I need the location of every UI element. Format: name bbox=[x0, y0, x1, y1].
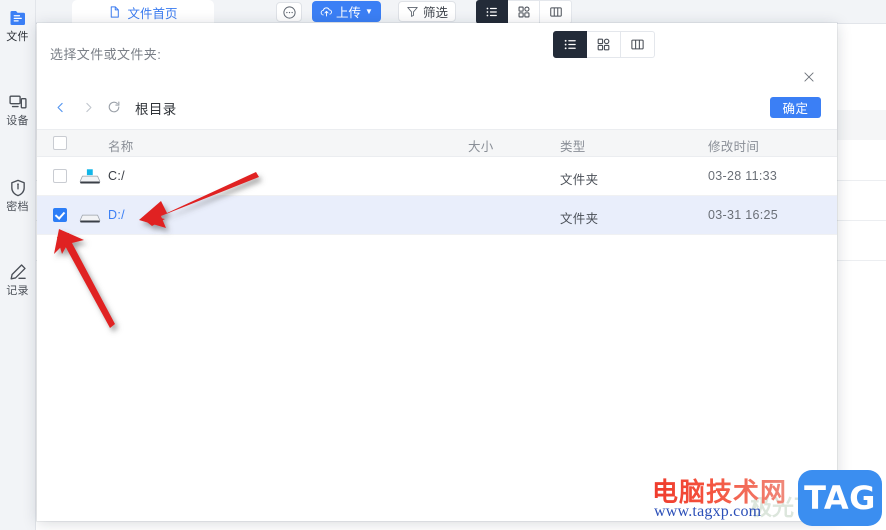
files-icon bbox=[10, 11, 25, 25]
chevron-left-icon bbox=[57, 102, 63, 112]
tab-file-home[interactable]: 文件首页 bbox=[72, 0, 214, 24]
grid-view-icon bbox=[597, 38, 610, 51]
app-window: 文件 设备 密档 记录 文件首页 上传 ▼ 筛选 选择文件或文件夹: 根目录 确… bbox=[0, 0, 886, 530]
shield-lock-icon bbox=[10, 179, 25, 197]
refresh-icon bbox=[108, 101, 120, 113]
sidebar-item-label: 文件 bbox=[6, 31, 29, 43]
sidebar-item-records[interactable]: 记录 bbox=[0, 254, 36, 304]
column-view-icon bbox=[549, 7, 562, 17]
sidebar-item-label: 记录 bbox=[6, 285, 29, 297]
dialog-view-mode-list-button[interactable] bbox=[553, 31, 587, 58]
cell-modified: 03-31 16:25 bbox=[708, 208, 779, 222]
chevron-right-icon bbox=[85, 102, 91, 112]
drive-icon bbox=[79, 214, 101, 223]
close-button[interactable] bbox=[799, 67, 819, 87]
dialog-view-mode-grid-button[interactable] bbox=[587, 31, 621, 58]
sidebar-item-label: 密档 bbox=[6, 201, 29, 213]
close-icon bbox=[804, 72, 814, 82]
column-header-type: 类型 bbox=[560, 140, 586, 154]
table-row[interactable]: C:/ 文件夹 03-28 11:33 bbox=[37, 157, 837, 196]
table-row[interactable]: D:/ 文件夹 03-31 16:25 bbox=[37, 196, 837, 235]
column-header-size: 大小 bbox=[468, 140, 494, 154]
devices-icon bbox=[8, 95, 27, 109]
chevron-down-icon: ▼ bbox=[365, 7, 373, 16]
column-header-name: 名称 bbox=[108, 140, 134, 154]
sidebar: 文件 设备 密档 记录 bbox=[0, 0, 36, 530]
grid-view-icon bbox=[518, 6, 529, 18]
confirm-button[interactable]: 确定 bbox=[770, 97, 821, 118]
dialog-title: 选择文件或文件夹: bbox=[50, 47, 162, 62]
breadcrumb[interactable]: 根目录 bbox=[135, 98, 177, 118]
checkmark-icon bbox=[54, 209, 66, 220]
nav-refresh-button[interactable] bbox=[104, 97, 124, 117]
watermark: 极光下载站 电脑技术网 www.tagxp.com TAG bbox=[652, 470, 886, 530]
cell-type: 文件夹 bbox=[560, 212, 599, 226]
dialog-navigation-bar: 根目录 确定 bbox=[37, 85, 837, 130]
row-checkbox-c-drive[interactable] bbox=[53, 169, 67, 183]
filter-label: 筛选 bbox=[423, 6, 449, 20]
dialog-view-mode-column-button[interactable] bbox=[621, 31, 655, 58]
row-checkbox-d-drive[interactable] bbox=[53, 208, 67, 222]
upload-label: 上传 bbox=[336, 6, 362, 20]
view-mode-grid-button[interactable] bbox=[508, 0, 540, 24]
sidebar-item-label: 设备 bbox=[6, 115, 29, 127]
watermark-logo: TAG bbox=[798, 470, 882, 526]
file-picker-dialog: 选择文件或文件夹: 根目录 确定 名称 大小 类型 修改时间 C:/ 文件夹 0… bbox=[37, 23, 837, 521]
more-options-button[interactable] bbox=[276, 2, 302, 22]
document-icon bbox=[111, 6, 120, 18]
list-view-icon bbox=[564, 39, 576, 50]
cell-name: C:/ bbox=[108, 169, 125, 183]
sidebar-item-files[interactable]: 文件 bbox=[0, 0, 36, 50]
view-mode-list-button[interactable] bbox=[476, 0, 508, 24]
upload-button[interactable]: 上传 ▼ bbox=[312, 1, 381, 22]
cloud-upload-icon bbox=[320, 7, 332, 17]
sidebar-item-devices[interactable]: 设备 bbox=[0, 84, 36, 134]
select-all-checkbox[interactable] bbox=[53, 136, 67, 150]
funnel-icon bbox=[407, 7, 418, 17]
view-mode-column-button[interactable] bbox=[540, 0, 572, 24]
table-header: 名称 大小 类型 修改时间 bbox=[37, 130, 837, 157]
watermark-url: www.tagxp.com bbox=[654, 503, 762, 520]
cell-modified: 03-28 11:33 bbox=[708, 169, 778, 183]
sidebar-item-secure-docs[interactable]: 密档 bbox=[0, 170, 36, 220]
system-drive-icon bbox=[79, 169, 101, 184]
dialog-view-mode-toggle-group bbox=[553, 31, 655, 58]
top-toolbar: 文件首页 上传 ▼ 筛选 bbox=[36, 0, 886, 24]
cell-type: 文件夹 bbox=[560, 173, 599, 187]
cell-name: D:/ bbox=[108, 208, 125, 222]
nav-back-button[interactable] bbox=[50, 97, 70, 117]
column-header-modified: 修改时间 bbox=[708, 140, 760, 154]
list-view-icon bbox=[486, 7, 497, 17]
filter-button[interactable]: 筛选 bbox=[398, 1, 457, 22]
column-view-icon bbox=[631, 39, 644, 50]
watermark-logo-text: TAG bbox=[804, 479, 876, 517]
tab-label: 文件首页 bbox=[127, 6, 178, 21]
view-mode-toggle-group bbox=[476, 0, 572, 24]
more-dots-icon bbox=[282, 5, 296, 19]
pencil-record-icon bbox=[10, 264, 26, 280]
nav-forward-button[interactable] bbox=[78, 97, 98, 117]
